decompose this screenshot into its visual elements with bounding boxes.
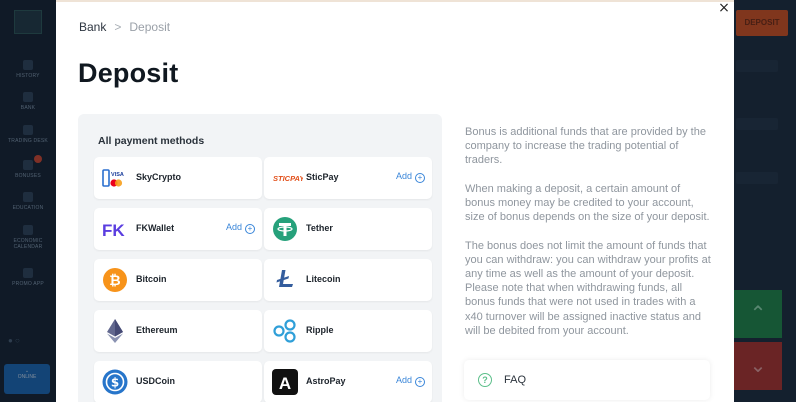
close-icon[interactable]: × [714, 0, 734, 16]
breadcrumb-bank-link[interactable]: Bank [79, 20, 106, 34]
payment-method-name: SticPay [306, 172, 339, 182]
payment-method-name: Tether [306, 223, 333, 233]
payment-method-usdcoin[interactable]: $ USDCoin [94, 361, 262, 402]
ripple-icon [273, 319, 296, 343]
breadcrumb-current: Deposit [129, 20, 171, 34]
add-label: Add [225, 222, 242, 232]
payment-method-sticpay[interactable]: STICPAY SticPay Add + [264, 157, 432, 199]
payment-method-litecoin[interactable]: Litecoin [264, 259, 432, 301]
astropay-logo-text: A [279, 374, 291, 393]
add-sticpay-button[interactable]: Add + [396, 171, 425, 183]
plus-circle-icon: + [245, 224, 255, 234]
plus-circle-icon: + [415, 173, 425, 183]
bitcoin-icon: ₿ [103, 268, 127, 292]
add-fkwallet-button[interactable]: Add + [226, 222, 255, 234]
question-circle-icon: ? [478, 373, 492, 387]
payment-method-name: FKWallet [136, 223, 175, 233]
svg-text:₿: ₿ [109, 273, 120, 289]
sticpay-logo-text: STICPAY [273, 174, 303, 183]
plus-circle-icon: + [415, 377, 425, 387]
sticpay-icon: STICPAY [273, 174, 303, 183]
bonus-paragraph: Bonus is additional funds that are provi… [465, 126, 706, 167]
payment-method-name: Bitcoin [136, 274, 167, 284]
breadcrumb-separator: > [114, 20, 122, 34]
payment-method-ripple[interactable]: Ripple [264, 310, 432, 352]
payment-method-fkwallet[interactable]: FK FKWallet Add + [94, 208, 262, 250]
payment-method-name: Litecoin [306, 274, 341, 284]
skycrypto-icon: VISA [102, 169, 124, 187]
add-astropay-button[interactable]: Add + [396, 375, 425, 387]
ethereum-icon [107, 319, 123, 343]
faq-button[interactable]: ? FAQ [464, 360, 710, 400]
payment-method-name: USDCoin [136, 376, 175, 386]
payment-method-name: Ripple [306, 325, 334, 335]
payment-method-bitcoin[interactable]: ₿ Bitcoin [94, 259, 262, 301]
bonus-info: Bonus is additional funds that are provi… [465, 125, 711, 352]
usdcoin-icon: $ [102, 369, 128, 395]
payment-methods-title: All payment methods [98, 135, 205, 147]
payment-method-skycrypto[interactable]: VISA SkyCrypto [94, 157, 262, 199]
page-title: Deposit [78, 58, 179, 88]
add-label: Add [395, 375, 412, 385]
payment-method-name: SkyCrypto [136, 172, 182, 182]
faq-label: FAQ [504, 374, 527, 386]
bonus-paragraph: When making a deposit, a certain amount … [465, 182, 710, 224]
deposit-modal: Bank > Deposit Deposit All payment methods… [56, 0, 734, 402]
svg-text:$: $ [111, 376, 119, 390]
payment-method-astropay[interactable]: A AstroPay Add + [264, 361, 432, 402]
fkwallet-logo-text: FK [102, 221, 125, 240]
payment-method-ethereum[interactable]: Ethereum [94, 310, 262, 352]
bonus-paragraph: The bonus does not limit the amount of f… [465, 239, 711, 337]
payment-method-tether[interactable]: Tether [264, 208, 432, 250]
visa-logo-text: VISA [111, 172, 124, 178]
breadcrumb: Bank > Deposit [79, 20, 170, 34]
modal-top-border [56, 0, 734, 2]
litecoin-icon [276, 270, 293, 287]
payment-method-name: AstroPay [306, 376, 346, 386]
tether-icon [273, 217, 297, 241]
payment-method-name: Ethereum [136, 325, 178, 335]
fkwallet-icon: FK [102, 221, 125, 240]
add-label: Add [395, 171, 412, 181]
payment-methods-panel: All payment methods VISA SkyCrypto STICP… [78, 114, 442, 402]
astropay-icon: A [272, 369, 298, 395]
